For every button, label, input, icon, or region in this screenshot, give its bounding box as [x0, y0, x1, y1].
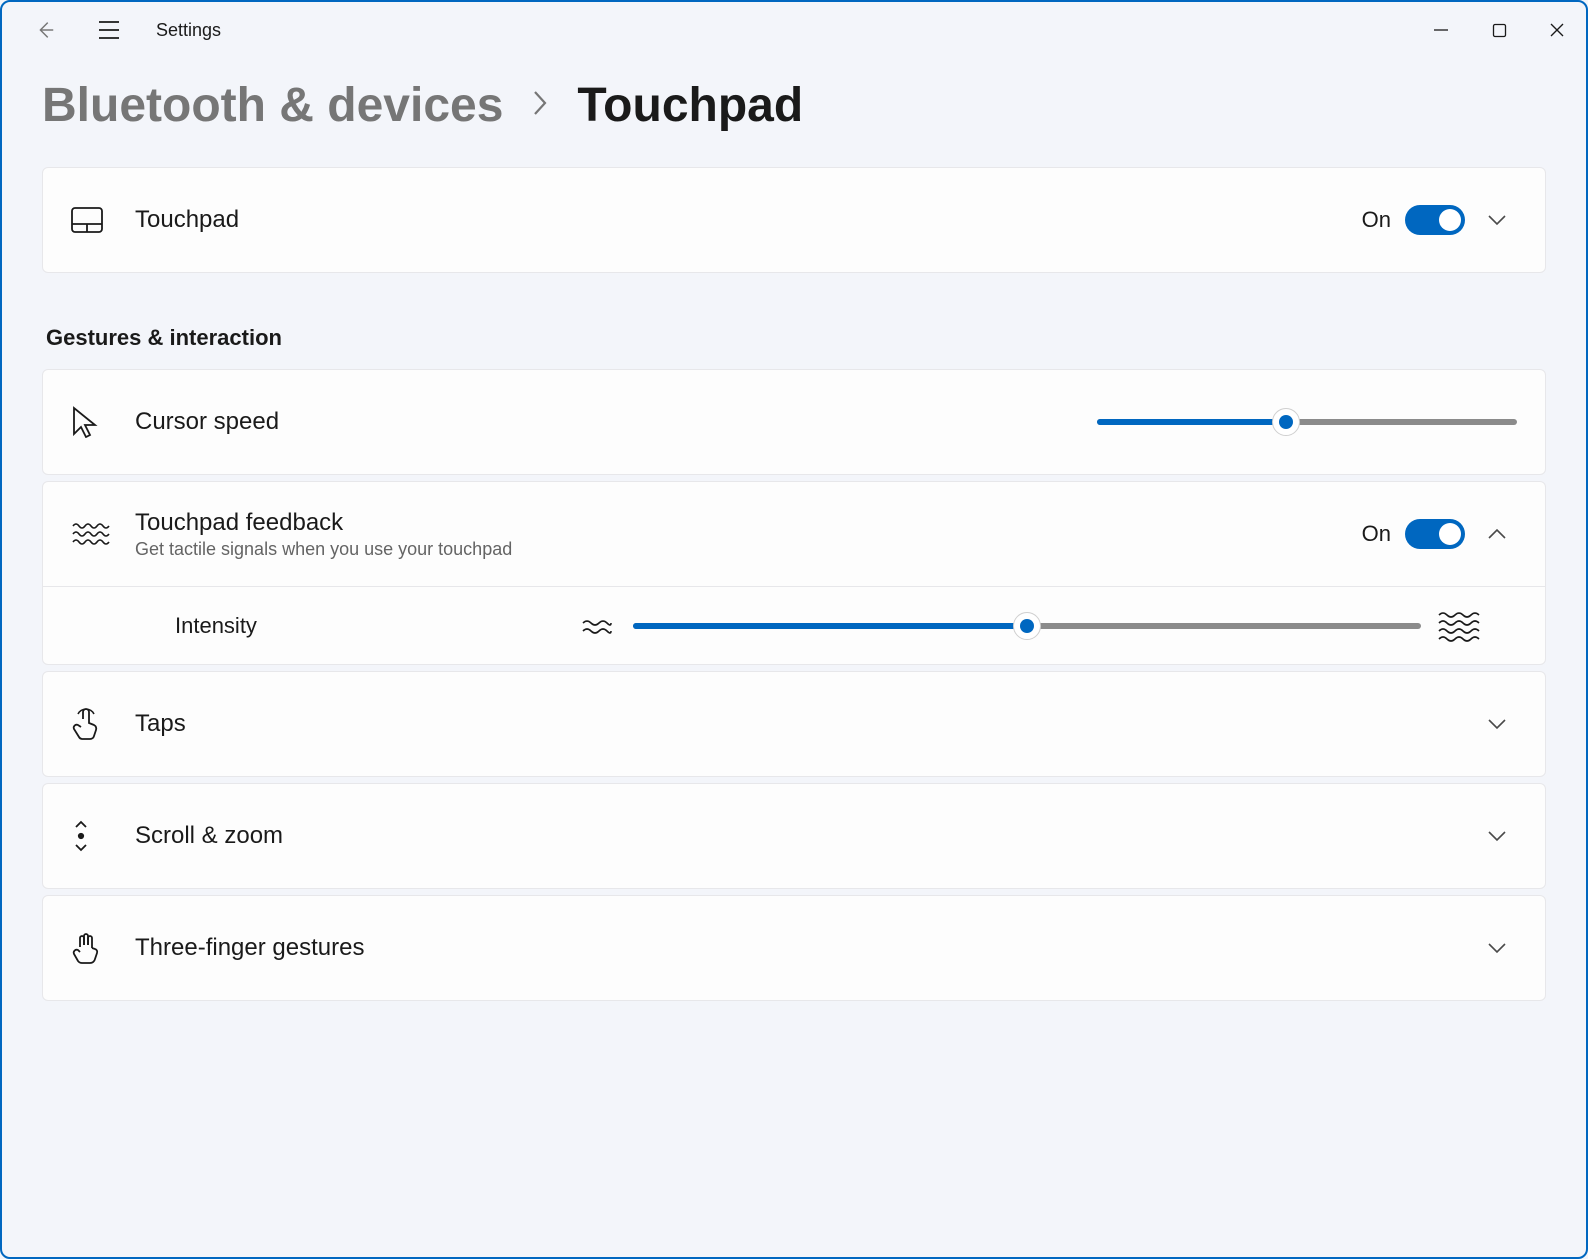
three-finger-row[interactable]: Three-finger gestures	[43, 896, 1545, 1000]
breadcrumb: Bluetooth & devices Touchpad	[42, 78, 1546, 133]
feedback-sublabel: Get tactile signals when you use your to…	[135, 539, 512, 560]
settings-window: Settings Bluetooth & devices	[0, 0, 1588, 1259]
three-finger-label: Three-finger gestures	[135, 934, 364, 962]
touchpad-toggle[interactable]	[1405, 205, 1465, 235]
expand-three-finger[interactable]	[1477, 942, 1517, 954]
hand-icon	[71, 931, 103, 965]
close-button[interactable]	[1528, 7, 1586, 53]
titlebar: Settings	[2, 2, 1586, 58]
touchpad-toggle-state: On	[1362, 207, 1391, 233]
collapse-feedback[interactable]	[1477, 528, 1517, 540]
feedback-toggle-state: On	[1362, 521, 1391, 547]
cursor-speed-label: Cursor speed	[135, 408, 279, 436]
maximize-button[interactable]	[1470, 7, 1528, 53]
touchpad-label: Touchpad	[135, 206, 239, 234]
intensity-slider[interactable]	[633, 612, 1421, 640]
maximize-icon	[1492, 23, 1507, 38]
haptic-icon	[71, 520, 111, 548]
chevron-down-icon	[1487, 942, 1507, 954]
tap-icon	[71, 707, 101, 741]
feedback-toggle[interactable]	[1405, 519, 1465, 549]
cursor-speed-slider[interactable]	[1097, 408, 1517, 436]
taps-card: Taps	[42, 671, 1546, 777]
chevron-down-icon	[1487, 718, 1507, 730]
intensity-low-icon	[577, 611, 617, 641]
minimize-icon	[1433, 22, 1449, 38]
intensity-row: Intensity	[43, 586, 1545, 664]
feedback-label: Touchpad feedback	[135, 509, 512, 537]
breadcrumb-current: Touchpad	[577, 78, 803, 133]
expand-taps[interactable]	[1477, 718, 1517, 730]
chevron-down-icon	[1487, 830, 1507, 842]
expand-touchpad[interactable]	[1477, 214, 1517, 226]
back-button[interactable]	[22, 7, 68, 53]
taps-label: Taps	[135, 710, 186, 738]
touchpad-card: Touchpad On	[42, 167, 1546, 273]
nav-menu-button[interactable]	[86, 7, 132, 53]
chevron-up-icon	[1487, 528, 1507, 540]
intensity-high-icon	[1437, 609, 1481, 643]
feedback-card: Touchpad feedback Get tactile signals wh…	[42, 481, 1546, 665]
chevron-right-icon	[529, 86, 551, 125]
cursor-speed-row: Cursor speed	[43, 370, 1545, 474]
app-title: Settings	[156, 20, 221, 41]
taps-row[interactable]: Taps	[43, 672, 1545, 776]
scroll-zoom-label: Scroll & zoom	[135, 822, 283, 850]
chevron-down-icon	[1487, 214, 1507, 226]
minimize-button[interactable]	[1412, 7, 1470, 53]
hamburger-icon	[98, 21, 120, 39]
breadcrumb-parent[interactable]: Bluetooth & devices	[42, 78, 503, 133]
scroll-icon	[71, 819, 91, 853]
touchpad-icon	[71, 207, 103, 233]
scroll-zoom-card: Scroll & zoom	[42, 783, 1546, 889]
cursor-icon	[71, 406, 99, 438]
three-finger-card: Three-finger gestures	[42, 895, 1546, 1001]
content-area: Bluetooth & devices Touchpad T	[2, 58, 1586, 1257]
section-gestures-header: Gestures & interaction	[46, 325, 1546, 351]
cursor-speed-card: Cursor speed	[42, 369, 1546, 475]
feedback-row[interactable]: Touchpad feedback Get tactile signals wh…	[43, 482, 1545, 586]
expand-scroll-zoom[interactable]	[1477, 830, 1517, 842]
touchpad-row[interactable]: Touchpad On	[43, 168, 1545, 272]
close-icon	[1549, 22, 1565, 38]
arrow-left-icon	[34, 19, 56, 41]
scroll-zoom-row[interactable]: Scroll & zoom	[43, 784, 1545, 888]
intensity-label: Intensity	[175, 613, 257, 639]
